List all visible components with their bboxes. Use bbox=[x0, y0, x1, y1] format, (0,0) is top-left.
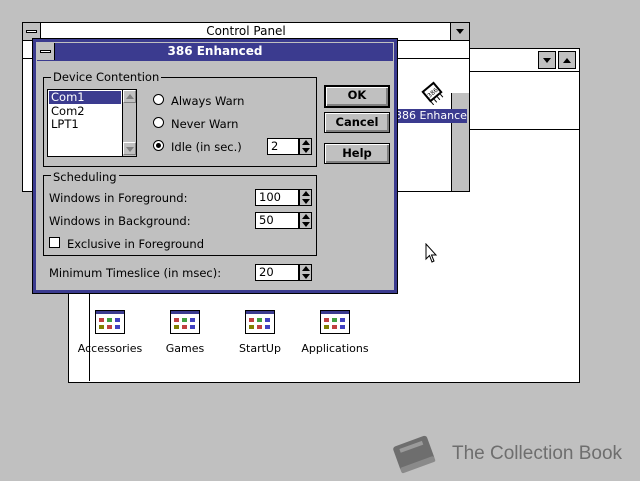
device-contention-label: Device Contention bbox=[51, 70, 162, 84]
group-label: StartUp bbox=[239, 342, 281, 355]
timeslice-field[interactable]: 20 bbox=[255, 264, 299, 281]
exclusive-label[interactable]: Exclusive in Foreground bbox=[67, 238, 204, 251]
chevron-up-icon bbox=[563, 58, 571, 63]
ok-button[interactable]: OK bbox=[324, 85, 390, 108]
never-warn-label[interactable]: Never Warn bbox=[171, 118, 238, 131]
frame-maximize-button[interactable] bbox=[558, 51, 576, 69]
dialog-title: 386 Enhanced bbox=[167, 44, 263, 58]
timeslice-spinner[interactable] bbox=[299, 264, 312, 281]
port-item-com1[interactable]: Com1 bbox=[49, 91, 121, 104]
frame-minimize-button[interactable] bbox=[538, 51, 556, 69]
program-group-icon bbox=[95, 310, 125, 334]
exclusive-checkbox[interactable] bbox=[49, 237, 60, 248]
idle-label[interactable]: Idle (in sec.) bbox=[171, 141, 242, 154]
spin-down-icon[interactable] bbox=[302, 199, 310, 204]
background-spinner[interactable] bbox=[299, 212, 312, 229]
selected-item-text: 386 Enhanced bbox=[395, 109, 467, 122]
control-panel-title: Control Panel bbox=[206, 24, 286, 38]
watermark-book-icon bbox=[388, 430, 442, 478]
spin-up-icon[interactable] bbox=[302, 214, 310, 219]
selected-item-label[interactable]: 386 Enhanced bbox=[395, 109, 467, 123]
group-label: Accessories bbox=[77, 342, 143, 355]
chip-icon[interactable]: 386 bbox=[419, 79, 445, 106]
spin-down-icon[interactable] bbox=[302, 148, 310, 153]
port-item-lpt1[interactable]: LPT1 bbox=[51, 118, 79, 131]
spin-up-icon[interactable] bbox=[302, 140, 310, 145]
timeslice-label: Minimum Timeslice (in msec): bbox=[49, 266, 222, 280]
program-group-icon bbox=[245, 310, 275, 334]
program-group-icon bbox=[320, 310, 350, 334]
program-group-icon bbox=[170, 310, 200, 334]
idle-seconds-spinner[interactable] bbox=[299, 138, 312, 155]
background-label: Windows in Background: bbox=[49, 214, 191, 228]
cancel-button[interactable]: Cancel bbox=[324, 112, 390, 133]
scheduling-label: Scheduling bbox=[51, 170, 119, 184]
control-panel-scrollbar[interactable] bbox=[451, 93, 469, 191]
group-startup[interactable]: StartUp bbox=[220, 310, 300, 360]
foreground-spinner[interactable] bbox=[299, 189, 312, 206]
arrow-up-icon bbox=[126, 94, 134, 99]
port-list[interactable]: Com1 Com2 LPT1 bbox=[47, 89, 137, 157]
chevron-down-icon bbox=[456, 29, 464, 34]
group-games[interactable]: Games bbox=[145, 310, 225, 360]
foreground-label: Windows in Foreground: bbox=[49, 191, 188, 205]
spin-down-icon[interactable] bbox=[302, 274, 310, 279]
enhanced-dialog: 386 Enhanced Device Contention Com1 Com2… bbox=[32, 38, 398, 294]
port-list-scrollbar[interactable] bbox=[122, 90, 136, 156]
group-label: Games bbox=[165, 342, 205, 355]
scroll-down-button[interactable] bbox=[123, 142, 136, 155]
idle-radio[interactable] bbox=[153, 140, 164, 151]
control-panel-minimize-button[interactable] bbox=[450, 23, 469, 40]
spin-up-icon[interactable] bbox=[302, 266, 310, 271]
arrow-down-icon bbox=[126, 147, 134, 152]
system-menu-icon bbox=[40, 50, 51, 53]
background-field[interactable]: 50 bbox=[255, 212, 299, 229]
mouse-cursor-icon bbox=[425, 242, 439, 265]
dialog-system-menu[interactable] bbox=[37, 43, 55, 60]
system-menu-icon bbox=[26, 30, 37, 33]
help-button[interactable]: Help bbox=[324, 143, 390, 164]
background-window-frame bbox=[470, 48, 580, 72]
scroll-up-button[interactable] bbox=[123, 90, 136, 103]
always-warn-radio[interactable] bbox=[153, 94, 164, 105]
spin-down-icon[interactable] bbox=[302, 222, 310, 227]
always-warn-label[interactable]: Always Warn bbox=[171, 95, 244, 108]
foreground-field[interactable]: 100 bbox=[255, 189, 299, 206]
group-applications[interactable]: Applications bbox=[295, 310, 375, 360]
watermark-text: The Collection Book bbox=[452, 443, 623, 464]
dialog-titlebar[interactable]: 386 Enhanced bbox=[37, 43, 393, 61]
group-label: Applications bbox=[301, 342, 369, 355]
chevron-down-icon bbox=[543, 58, 551, 63]
group-accessories[interactable]: Accessories bbox=[70, 310, 150, 360]
never-warn-radio[interactable] bbox=[153, 117, 164, 128]
spin-up-icon[interactable] bbox=[302, 191, 310, 196]
idle-seconds-field[interactable]: 2 bbox=[267, 138, 299, 155]
